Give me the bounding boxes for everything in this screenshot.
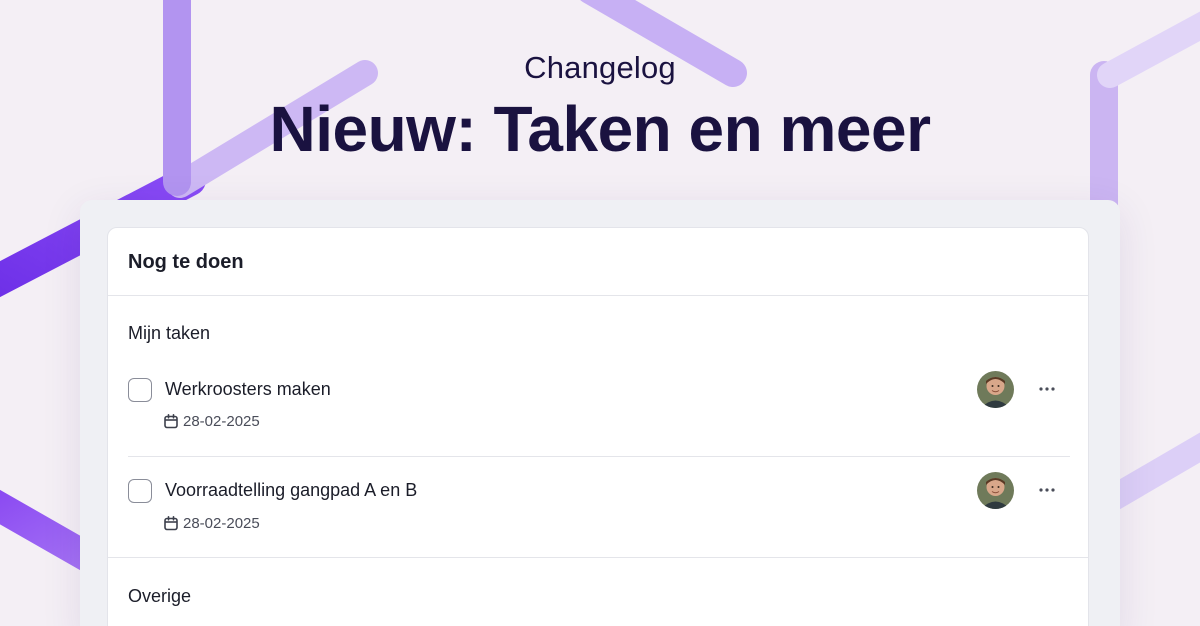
deco-stripe	[1097, 432, 1200, 513]
eyebrow-label: Changelog	[524, 50, 676, 85]
divider	[108, 295, 1088, 296]
task-title[interactable]: Werkroosters maken	[165, 379, 331, 400]
task-checkbox[interactable]	[128, 479, 152, 503]
calendar-icon	[164, 515, 178, 530]
task-item: Werkroosters maken 28-02-2025	[128, 371, 1070, 458]
screenshot-frame: Nog te doen Mijn taken Werkroosters make…	[80, 200, 1120, 626]
more-options-button[interactable]	[1033, 375, 1061, 403]
more-horizontal-icon	[1039, 387, 1055, 391]
panel-title: Nog te doen	[128, 251, 244, 273]
task-date-text: 28-02-2025	[183, 514, 260, 532]
avatar[interactable]	[977, 371, 1014, 408]
task-title[interactable]: Voorraadtelling gangpad A en B	[165, 480, 417, 501]
task-item: Voorraadtelling gangpad A en B 28-02-202…	[128, 472, 1070, 559]
divider	[128, 456, 1070, 457]
task-date-text: 28-02-2025	[183, 412, 260, 430]
task-due-date: 28-02-2025	[164, 412, 260, 430]
section-label-other: Overige	[128, 586, 192, 606]
divider	[108, 557, 1088, 558]
task-due-date: 28-02-2025	[164, 514, 260, 532]
todo-panel: Nog te doen Mijn taken Werkroosters make…	[107, 227, 1089, 626]
calendar-icon	[164, 413, 178, 428]
task-checkbox[interactable]	[128, 378, 152, 402]
more-options-button[interactable]	[1033, 476, 1061, 504]
more-horizontal-icon	[1039, 488, 1055, 492]
page-title: Nieuw: Taken en meer	[269, 93, 931, 165]
avatar[interactable]	[977, 472, 1014, 509]
section-label-my-tasks: Mijn taken	[128, 323, 211, 343]
